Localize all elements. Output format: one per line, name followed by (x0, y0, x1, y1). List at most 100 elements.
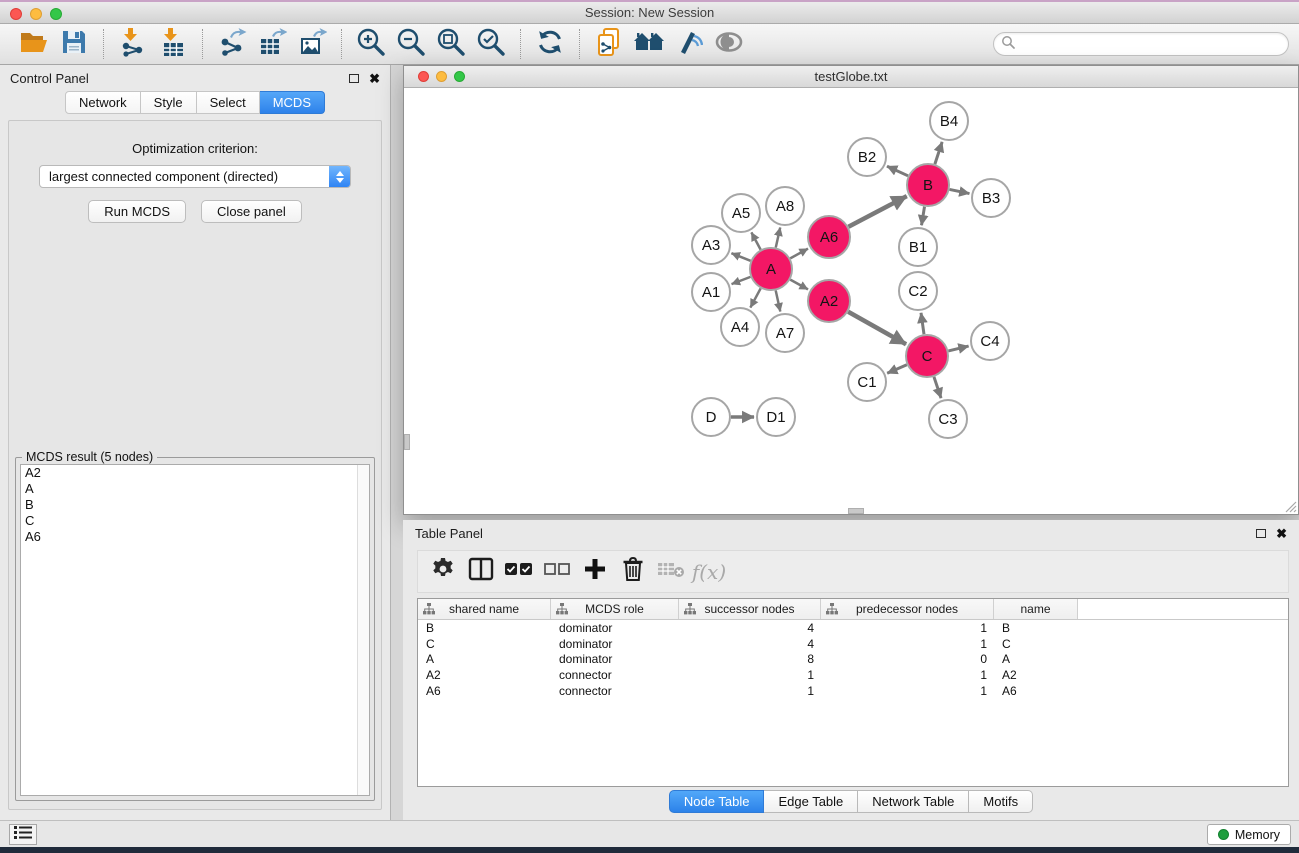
graph-node-c4[interactable]: C4 (971, 322, 1009, 360)
close-table-panel-button[interactable]: ✖ (1276, 527, 1287, 540)
cell[interactable]: connector (551, 668, 679, 682)
zoom-network-button[interactable] (454, 71, 465, 82)
cell[interactable]: 0 (821, 652, 994, 666)
edge-B-B1[interactable] (922, 207, 925, 226)
edge-A-A7[interactable] (776, 290, 781, 311)
edge-A-A2[interactable] (790, 280, 808, 290)
edge-B-B2[interactable] (887, 166, 908, 176)
graph-node-a8[interactable]: A8 (766, 187, 804, 225)
cell[interactable]: A (994, 652, 1078, 666)
network-canvas[interactable]: AA1A2A3A4A5A6A7A8BB1B2B3B4CC1C2C3C4DD1 (404, 88, 1298, 514)
graph-node-b3[interactable]: B3 (972, 179, 1010, 217)
close-panel-button[interactable]: ✖ (369, 72, 380, 85)
cell[interactable]: dominator (551, 637, 679, 651)
edge-C-C3[interactable] (934, 377, 941, 398)
graph-node-c[interactable]: C (906, 335, 948, 377)
refresh-view-button[interactable] (530, 26, 570, 62)
edge-A-A5[interactable] (751, 232, 760, 249)
cell[interactable]: 1 (821, 637, 994, 651)
cell[interactable]: C (418, 637, 551, 651)
edge-C-C1[interactable] (887, 365, 907, 374)
network-window-titlebar[interactable]: testGlobe.txt (404, 66, 1298, 88)
export-network-button[interactable] (212, 26, 252, 62)
cell[interactable]: 1 (679, 684, 821, 698)
table-settings-button[interactable] (424, 553, 462, 591)
cell[interactable]: 4 (679, 621, 821, 635)
cell[interactable]: 1 (821, 621, 994, 635)
tab-mcds[interactable]: MCDS (260, 91, 325, 114)
delete-columns-button[interactable] (614, 553, 652, 591)
cell[interactable]: 1 (821, 668, 994, 682)
table-row-a[interactable]: Adominator80A (418, 652, 1288, 668)
edge-B-B4[interactable] (935, 142, 942, 164)
criterion-select[interactable]: largest connected component (directed) (39, 165, 351, 188)
graph-node-a5[interactable]: A5 (722, 194, 760, 232)
deselect-all-columns-button[interactable] (538, 553, 576, 591)
cell[interactable]: 4 (679, 637, 821, 651)
cell[interactable]: 1 (679, 668, 821, 682)
scrollbar-track[interactable] (357, 465, 369, 795)
resize-grip[interactable] (1284, 500, 1297, 513)
table-row-a6[interactable]: A6connector11A6 (418, 683, 1288, 699)
graph-node-a7[interactable]: A7 (766, 314, 804, 352)
edge-A6-B[interactable] (848, 196, 906, 227)
float-panel-button[interactable] (349, 74, 359, 83)
v-scroll-thumb[interactable] (404, 434, 410, 450)
cell[interactable]: A2 (418, 668, 551, 682)
run-mcds-button[interactable]: Run MCDS (88, 200, 186, 223)
zoom-in-button[interactable] (351, 26, 391, 62)
export-image-button[interactable] (292, 26, 332, 62)
show-panels-button[interactable] (9, 824, 37, 845)
tab-node-table[interactable]: Node Table (669, 790, 765, 813)
edge-A-A6[interactable] (790, 249, 808, 259)
graph-node-c1[interactable]: C1 (848, 363, 886, 401)
memory-button[interactable]: Memory (1207, 824, 1291, 845)
graph-node-a6[interactable]: A6 (808, 216, 850, 258)
cell[interactable]: connector (551, 684, 679, 698)
graph-node-a4[interactable]: A4 (721, 308, 759, 346)
cell[interactable]: A6 (418, 684, 551, 698)
close-network-button[interactable] (418, 71, 429, 82)
column-header-shared-name[interactable]: shared name (418, 599, 551, 619)
graph-node-a3[interactable]: A3 (692, 226, 730, 264)
open-session-button[interactable] (14, 26, 54, 62)
cell[interactable]: dominator (551, 621, 679, 635)
h-scroll-thumb[interactable] (848, 508, 864, 514)
graph-node-d[interactable]: D (692, 398, 730, 436)
open-browser-button[interactable] (629, 26, 669, 62)
network-graph[interactable]: AA1A2A3A4A5A6A7A8BB1B2B3B4CC1C2C3C4DD1 (404, 88, 1298, 514)
graph-node-b4[interactable]: B4 (930, 102, 968, 140)
minimize-window-button[interactable] (30, 8, 42, 20)
graph-node-c3[interactable]: C3 (929, 400, 967, 438)
graph-node-c2[interactable]: C2 (899, 272, 937, 310)
tab-network-table[interactable]: Network Table (858, 790, 969, 813)
result-item-b[interactable]: B (21, 497, 369, 513)
import-table-button[interactable] (153, 26, 193, 62)
zoom-out-button[interactable] (391, 26, 431, 62)
cell[interactable]: dominator (551, 652, 679, 666)
cell[interactable]: B (418, 621, 551, 635)
select-all-columns-button[interactable] (500, 553, 538, 591)
show-hide-graphics-button[interactable] (709, 26, 749, 62)
graph-node-b[interactable]: B (907, 164, 949, 206)
zoom-window-button[interactable] (50, 8, 62, 20)
search-input[interactable] (1015, 34, 1288, 54)
graph-node-a[interactable]: A (750, 248, 792, 290)
cell[interactable]: 1 (821, 684, 994, 698)
graph-node-a1[interactable]: A1 (692, 273, 730, 311)
edge-C-C2[interactable] (921, 313, 924, 334)
search-field[interactable] (993, 32, 1289, 56)
column-header-successor-nodes[interactable]: successor nodes (679, 599, 821, 619)
edge-A-A1[interactable] (732, 277, 751, 284)
tab-motifs[interactable]: Motifs (969, 790, 1033, 813)
result-item-c[interactable]: C (21, 513, 369, 529)
network-from-clipboard-button[interactable] (589, 26, 629, 62)
close-window-button[interactable] (10, 8, 22, 20)
edge-C-C4[interactable] (948, 346, 968, 351)
cell[interactable]: A (418, 652, 551, 666)
column-header-mcds-role[interactable]: MCDS role (551, 599, 679, 619)
edge-B-B3[interactable] (950, 189, 970, 193)
save-session-button[interactable] (54, 26, 94, 62)
graph-node-d1[interactable]: D1 (757, 398, 795, 436)
tab-style[interactable]: Style (141, 91, 197, 114)
